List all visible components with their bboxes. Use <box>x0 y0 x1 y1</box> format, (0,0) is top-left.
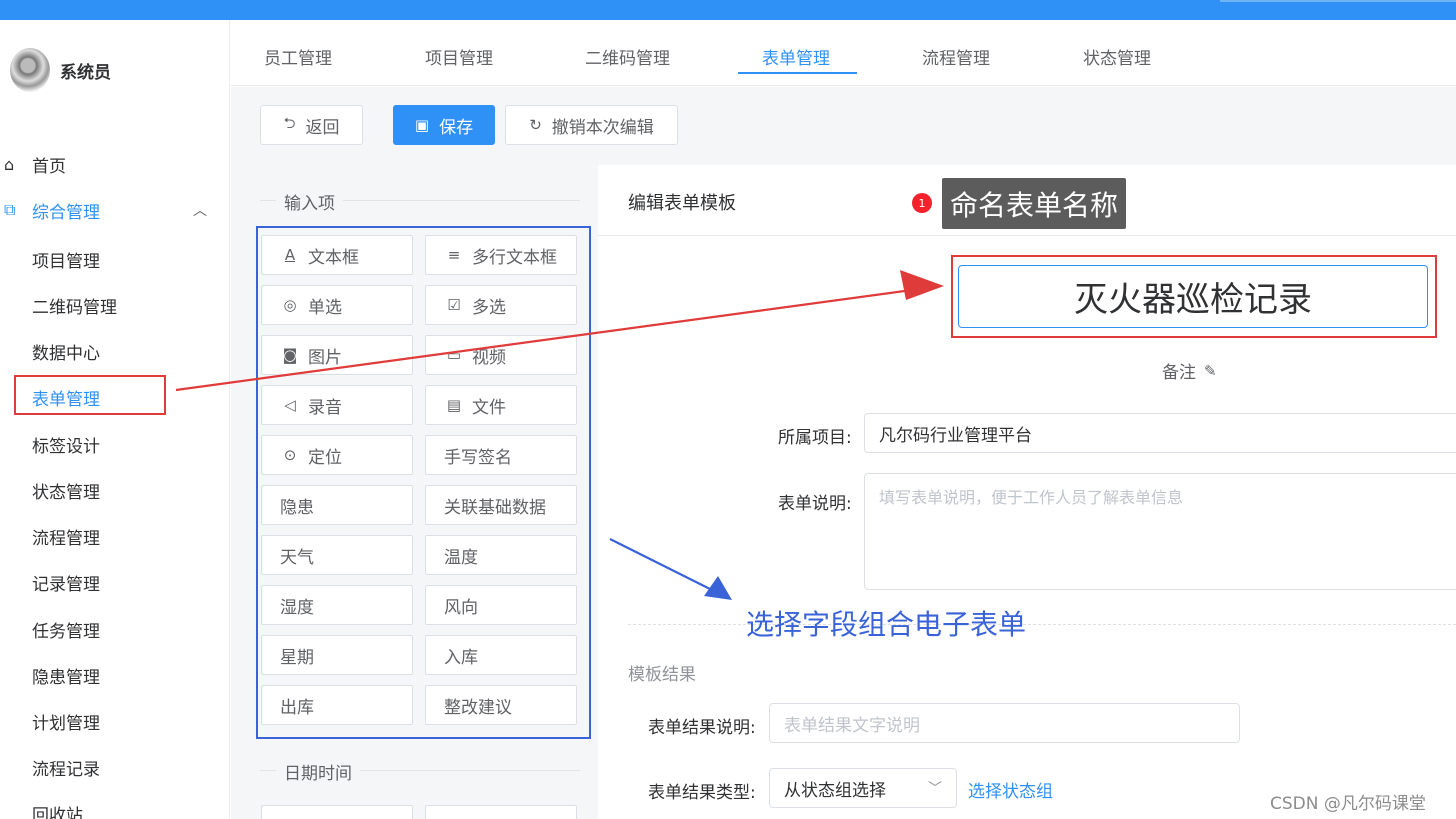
editor-title: 编辑表单模板 <box>628 193 736 214</box>
project-field[interactable]: 凡尔码行业管理平台 <box>864 413 1456 453</box>
sidebar-item-home[interactable]: ⌂ 首页 <box>0 142 229 186</box>
top-tabs <box>231 20 1456 86</box>
copy-icon: ⧉ <box>4 200 16 219</box>
edit-icon: ✎ <box>1204 361 1217 380</box>
tab-qrcode[interactable]: 二维码管理 <box>585 44 670 69</box>
date-section-title: 日期时间 <box>276 759 360 784</box>
sidebar: 系统员 <box>0 20 230 819</box>
result-type-select[interactable]: 从状态组选择 ﹀ <box>769 768 957 808</box>
save-icon: ▣ <box>414 116 430 134</box>
sidebar-item-hazards[interactable]: 隐患管理 <box>32 663 100 688</box>
chevron-down-icon: ﹀ <box>928 781 942 797</box>
field-annotation: 选择字段组合电子表单 <box>746 608 1027 641</box>
result-desc-label: 表单结果说明: <box>648 718 756 738</box>
watermark: CSDN @凡尔码课堂 <box>1270 794 1426 814</box>
step-badge: 1 <box>912 193 932 213</box>
top-bar <box>0 0 1456 20</box>
avatar <box>10 48 50 92</box>
return-icon: ⮌ <box>283 113 296 132</box>
tab-status[interactable]: 状态管理 <box>1083 44 1151 69</box>
undo-edit-button[interactable]: ↻ 撤销本次编辑 <box>505 105 678 145</box>
name-tooltip: 命名表单名称 <box>942 178 1127 229</box>
tab-projects[interactable]: 项目管理 <box>425 44 493 69</box>
sidebar-item-status[interactable]: 状态管理 <box>32 478 100 503</box>
undo-icon: ↻ <box>529 116 542 134</box>
field-time[interactable] <box>425 805 577 819</box>
annotation-highlight-fields <box>256 226 591 739</box>
active-tab-indicator <box>738 72 857 74</box>
tab-forms[interactable]: 表单管理 <box>762 44 830 69</box>
save-button[interactable]: ▣ 保存 <box>393 105 495 145</box>
sidebar-item-qrcode[interactable]: 二维码管理 <box>32 293 117 318</box>
annotation-highlight-menu <box>14 375 166 415</box>
chevron-up-icon: ︿ <box>193 203 207 219</box>
sidebar-item-data-center[interactable]: 数据中心 <box>32 339 100 364</box>
annotation-highlight-name <box>951 255 1437 338</box>
description-textarea[interactable]: 填写表单说明，便于工作人员了解表单信息 <box>864 473 1456 590</box>
sidebar-item-label-design[interactable]: 标签设计 <box>32 432 100 457</box>
sidebar-item-recycle-bin[interactable]: 回收站 <box>32 801 83 819</box>
back-button[interactable]: ⮌ 返回 <box>260 105 363 145</box>
user-name: 系统员 <box>60 62 111 83</box>
input-section-title: 输入项 <box>276 189 343 214</box>
sidebar-item-projects[interactable]: 项目管理 <box>32 247 100 272</box>
sidebar-item-tasks[interactable]: 任务管理 <box>32 617 100 642</box>
user-profile[interactable]: 系统员 <box>10 48 111 92</box>
sidebar-item-plans[interactable]: 计划管理 <box>32 709 100 734</box>
project-label: 所属项目: <box>778 428 852 448</box>
tab-workflow[interactable]: 流程管理 <box>922 44 990 69</box>
sidebar-item-label: 首页 <box>32 156 66 177</box>
remark-button[interactable]: 备注 ✎ <box>1162 358 1217 384</box>
tab-employees[interactable]: 员工管理 <box>264 44 332 69</box>
sidebar-item-workflow-records[interactable]: 流程记录 <box>32 755 100 780</box>
home-icon: ⌂ <box>4 154 15 174</box>
result-desc-input[interactable]: 表单结果文字说明 <box>769 703 1240 743</box>
result-type-label: 表单结果类型: <box>648 783 756 803</box>
sidebar-item-records[interactable]: 记录管理 <box>32 570 100 595</box>
sidebar-group-general[interactable]: ⧉ 综合管理 ︿ <box>0 188 229 232</box>
description-label: 表单说明: <box>778 494 852 514</box>
result-section-title: 模板结果 <box>628 665 696 685</box>
sidebar-group-label: 综合管理 <box>32 202 100 223</box>
select-status-group-link[interactable]: 选择状态组 <box>968 777 1053 802</box>
field-date[interactable] <box>261 805 413 819</box>
sidebar-item-workflow[interactable]: 流程管理 <box>32 524 100 549</box>
